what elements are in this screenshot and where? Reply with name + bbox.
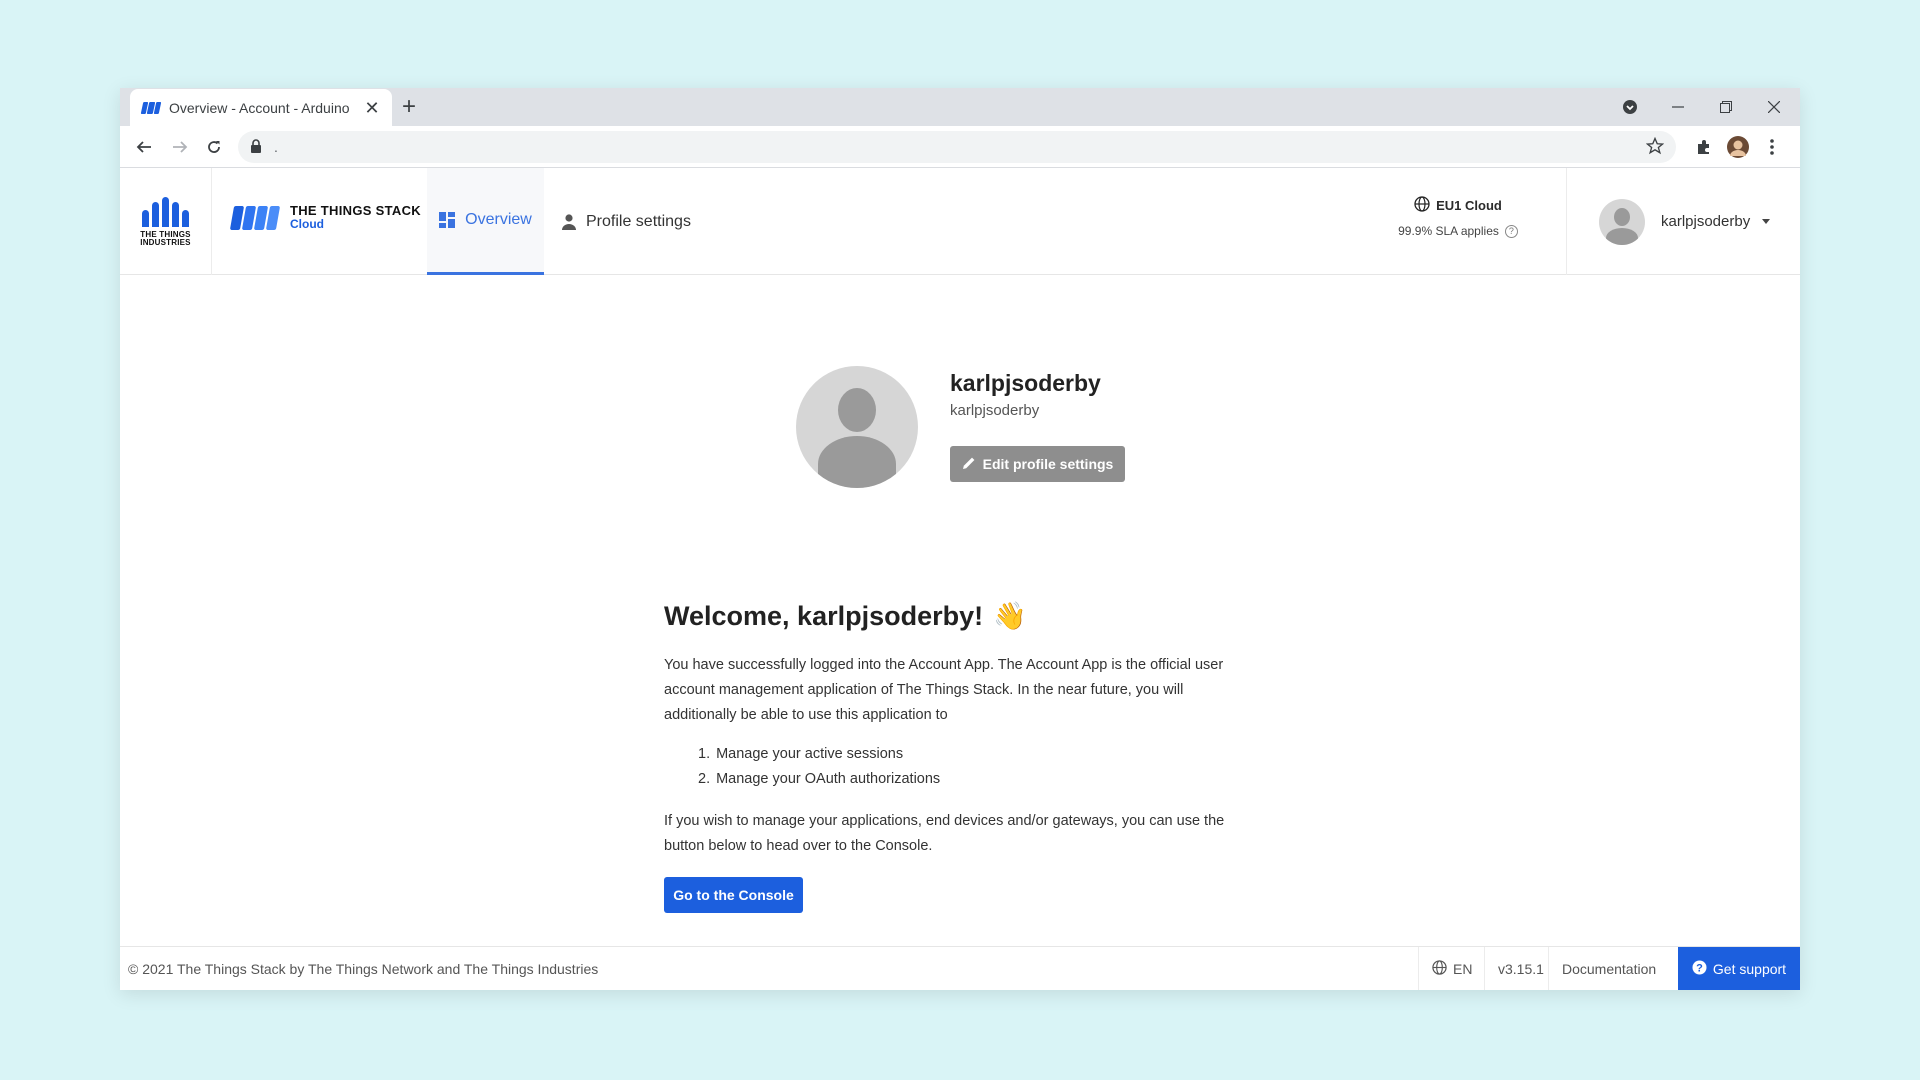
help-icon[interactable]: ? (1504, 224, 1518, 238)
back-icon[interactable] (132, 135, 156, 159)
minimize-icon[interactable] (1654, 88, 1702, 126)
close-window-icon[interactable] (1750, 88, 1798, 126)
go-to-console-button[interactable]: Go to the Console (664, 877, 803, 913)
tab-profile-settings-label: Profile settings (586, 212, 691, 230)
things-stack-mark-icon (229, 205, 281, 230)
copyright-text: © 2021 The Things Stack by The Things Ne… (128, 961, 599, 977)
browser-menu-icon[interactable] (1760, 135, 1784, 159)
new-tab-button[interactable]: + (402, 95, 416, 119)
edit-profile-button[interactable]: Edit profile settings (950, 446, 1125, 482)
tab-strip: Overview - Account - Arduino ✕ + (120, 88, 1800, 126)
version-label: v3.15.1 (1484, 947, 1557, 990)
forward-icon[interactable] (168, 135, 192, 159)
profile-avatar (796, 366, 918, 488)
tti-logo[interactable]: THE THINGS INDUSTRIES (120, 168, 212, 275)
list-item: 1. Manage your active sessions (698, 746, 904, 762)
welcome-intro: You have successfully logged into the Ac… (664, 657, 1224, 723)
waving-hand-icon: 👋 (993, 601, 1027, 631)
sla-label: 99.9% SLA applies (1398, 224, 1499, 238)
feature-list: 1. Manage your active sessions 2. Manage y… (698, 742, 940, 792)
restore-icon[interactable] (1702, 88, 1750, 126)
edit-profile-label: Edit profile settings (982, 456, 1114, 472)
help-circle-icon: ? (1692, 960, 1707, 978)
things-stack-favicon-icon (140, 101, 162, 114)
user-name: karlpjsoderby (1661, 213, 1751, 230)
region-label: EU1 Cloud (1436, 198, 1502, 213)
tti-bars-icon (142, 196, 189, 227)
tti-logo-text: THE THINGS INDUSTRIES (140, 229, 191, 247)
welcome-title: Welcome, karlpjsoderby! 👋 (664, 600, 1027, 632)
browser-toolbar: . (120, 126, 1800, 168)
things-stack-sub: Cloud (290, 217, 324, 231)
footer: © 2021 The Things Stack by The Things Ne… (120, 946, 1800, 990)
list-item: 2. Manage your OAuth authorizations (698, 771, 941, 787)
documentation-link[interactable]: Documentation (1548, 947, 1669, 990)
extensions-puzzle-icon[interactable] (1692, 135, 1716, 159)
things-stack-logo[interactable]: THE THINGS STACK Cloud (229, 203, 421, 231)
address-text: . (274, 139, 278, 155)
person-icon (562, 213, 576, 230)
globe-icon (1432, 959, 1447, 978)
globe-icon (1414, 196, 1430, 215)
profile-name: karlpjsoderby (950, 370, 1101, 396)
profile-handle: karlpjsoderby (950, 402, 1040, 419)
close-tab-icon[interactable]: ✕ (362, 98, 382, 118)
tab-search-icon[interactable] (1606, 88, 1654, 126)
pencil-icon (962, 456, 976, 473)
browser-tab[interactable]: Overview - Account - Arduino ✕ (130, 89, 392, 126)
chevron-down-icon (1762, 219, 1771, 224)
address-bar[interactable]: . (238, 131, 1676, 163)
bookmark-star-icon[interactable] (1645, 136, 1665, 160)
avatar (1599, 198, 1645, 245)
welcome-heading: Welcome, karlpjsoderby! (664, 600, 984, 631)
region-info: EU1 Cloud 99.9% SLA applies ? (1378, 196, 1538, 238)
svg-text:?: ? (1696, 962, 1703, 974)
tab-overview-label: Overview (465, 211, 532, 228)
reload-icon[interactable] (202, 135, 226, 159)
tab-title: Overview - Account - Arduino (169, 99, 350, 116)
browser-window: Overview - Account - Arduino ✕ + . THE T… (120, 88, 1800, 990)
tab-overview[interactable]: Overview (427, 168, 544, 275)
welcome-outro: If you wish to manage your applications,… (664, 813, 1225, 854)
lock-icon (250, 139, 262, 158)
tab-profile-settings[interactable]: Profile settings (562, 168, 691, 275)
language-selector[interactable]: EN (1418, 947, 1485, 990)
dashboard-icon (439, 212, 456, 228)
profile-avatar-icon[interactable] (1726, 135, 1750, 159)
get-support-button[interactable]: ? Get support (1678, 947, 1800, 990)
get-support-label: Get support (1712, 960, 1787, 977)
language-label: EN (1453, 960, 1473, 977)
app-header: THE THINGS INDUSTRIES THE THINGS STACK C… (120, 168, 1800, 275)
user-dropdown[interactable]: karlpjsoderby (1566, 168, 1800, 275)
things-stack-name: THE THINGS STACK (290, 203, 421, 218)
